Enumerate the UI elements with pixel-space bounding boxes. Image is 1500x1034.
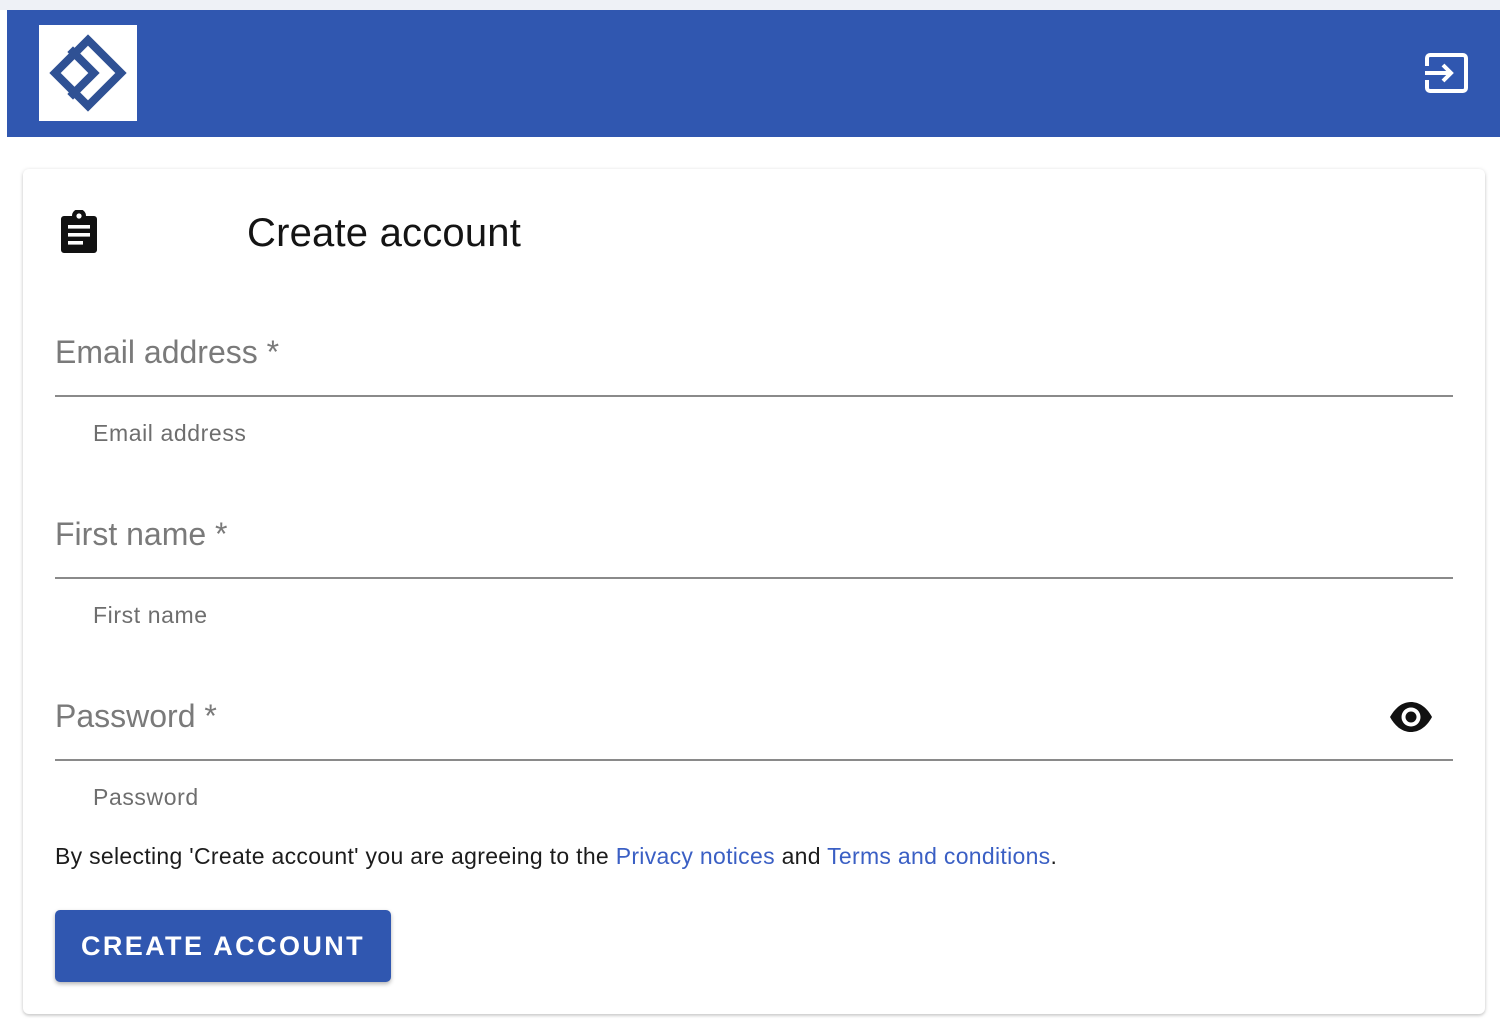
card-header: Create account: [23, 169, 1485, 299]
create-account-button[interactable]: Create account: [55, 910, 391, 982]
clipboard-icon: [61, 210, 97, 253]
logo[interactable]: [39, 25, 137, 121]
login-button[interactable]: [1420, 50, 1472, 96]
privacy-notices-link[interactable]: Privacy notices: [616, 843, 775, 869]
email-field-group: [55, 309, 1453, 399]
eye-icon: [1390, 702, 1432, 732]
page-title: Create account: [247, 211, 522, 255]
agreement-prefix: By selecting 'Create account' you are ag…: [55, 843, 616, 869]
agreement-middle: and: [774, 843, 828, 869]
agreement-text: By selecting 'Create account' you are ag…: [55, 843, 1057, 870]
first-name-field-group: [55, 491, 1453, 581]
diamond-chevron-logo-icon: [49, 34, 127, 112]
login-arrow-icon: [1425, 53, 1468, 93]
password-field[interactable]: [55, 673, 1453, 761]
terms-and-conditions-link[interactable]: Terms and conditions: [827, 843, 1050, 869]
top-strip: [0, 0, 1500, 10]
app-bar: [7, 10, 1500, 137]
page: Create account Email address First name …: [0, 0, 1500, 1034]
first-name-helper-text: First name: [93, 602, 208, 628]
show-password-button[interactable]: [1383, 697, 1439, 737]
password-helper-text: Password: [93, 784, 199, 810]
create-account-card: Create account Email address First name …: [23, 169, 1485, 1014]
password-field-group: [55, 673, 1453, 763]
email-field[interactable]: [55, 309, 1453, 397]
email-helper-text: Email address: [93, 420, 247, 446]
agreement-suffix: .: [1050, 843, 1058, 869]
first-name-field[interactable]: [55, 491, 1453, 579]
